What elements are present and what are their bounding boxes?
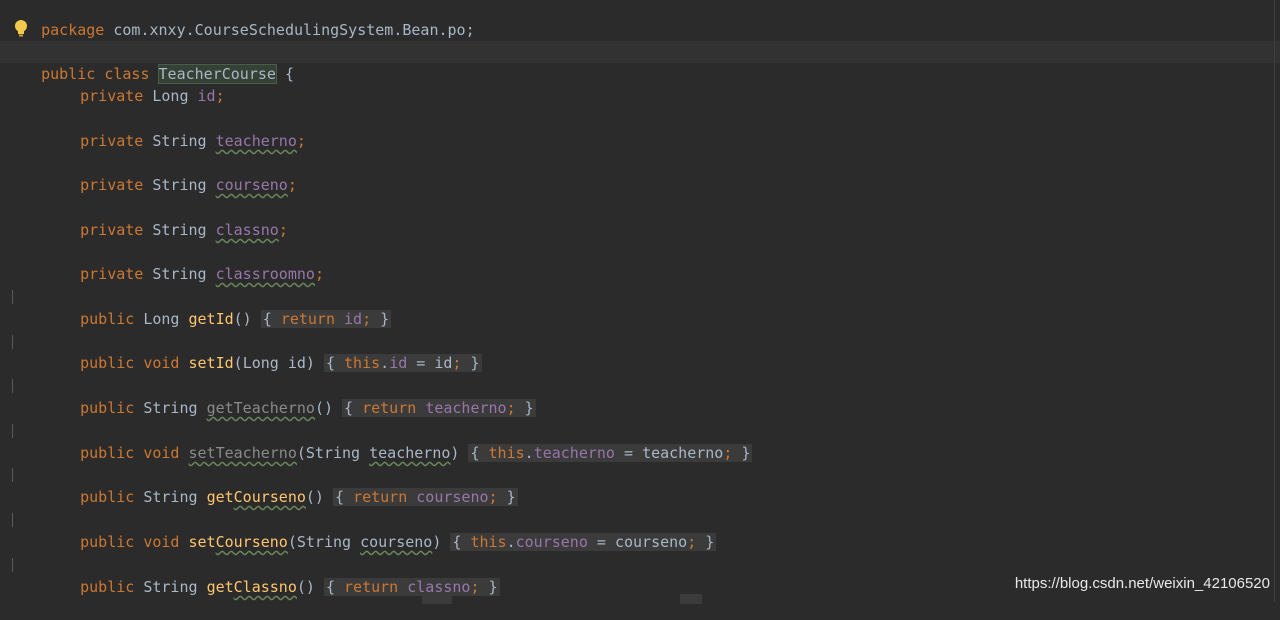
method-name: setTeacherno [188,444,297,462]
keyword: private [80,176,144,194]
type-name: String [296,533,352,551]
code-line-package[interactable]: package com.xnxy.CourseSchedulingSystem.… [5,0,474,39]
params: () [233,310,252,328]
type-name: String [152,221,207,239]
method-line-getTeacherno[interactable]: public String getTeacherno() { return te… [5,375,536,417]
keyword: public [80,578,135,596]
keyword: public [80,354,135,372]
keyword: public [80,533,135,551]
field-name: classroomno [215,265,315,283]
type-name: Long [152,87,189,105]
method-name: getClassno [206,578,297,596]
type-name: String [143,399,198,417]
code-editor[interactable]: package com.xnxy.CourseSchedulingSystem.… [0,0,1280,604]
keyword: void [143,354,180,372]
type-name: String [152,132,207,150]
field-line[interactable]: private String classno; [5,197,288,239]
folded-body-partial [422,594,452,604]
code-line-class[interactable]: public class TeacherCourse { [5,41,294,84]
field-name: id [197,87,216,105]
keyword: public [80,310,135,328]
keyword: void [143,444,180,462]
right-margin-guide [1274,0,1275,602]
method-name: setCourseno [188,533,288,551]
folded-body[interactable]: { return teacherno; } [342,399,536,417]
type-name: Long [143,310,180,328]
folded-body[interactable]: { return classno; } [323,578,500,596]
type-name: String [305,444,361,462]
keyword: void [143,533,180,551]
brace: { [275,65,294,83]
folded-body[interactable]: { this.teacherno = teacherno; } [468,444,753,462]
type-name: String [143,488,198,506]
type-name: String [152,176,207,194]
package-name: com.xnxy.CourseSchedulingSystem.Bean.po; [104,21,475,39]
type-name: String [152,265,207,283]
method-name: getId [188,310,234,328]
keyword: public [80,488,135,506]
method-line-getId[interactable]: public Long getId() { return id; } [5,286,392,328]
folded-body[interactable]: { return courseno; } [333,488,518,506]
keyword: public [80,399,135,417]
folded-body[interactable]: { this.id = id; } [323,354,482,372]
method-line-setCourseno[interactable]: public void setCourseno(String courseno)… [5,509,717,551]
field-name: classno [215,221,279,239]
field-line[interactable]: private Long id; [5,63,225,105]
method-line-setTeacherno[interactable]: public void setTeacherno(String teachern… [5,420,753,462]
lightbulb-icon[interactable] [14,19,28,37]
method-line-getCourseno[interactable]: public String getCourseno() { return cou… [5,464,518,506]
keyword: package [41,21,105,39]
keyword: private [80,265,144,283]
keyword: private [80,132,144,150]
type-name: String [143,578,198,596]
field-line[interactable]: private String courseno; [5,152,297,194]
method-name: getCourseno [206,488,306,506]
field-line[interactable]: private String classroomno; [5,241,324,283]
folded-body-partial [680,594,702,604]
param-name: teacherno [369,444,451,462]
method-line-getClassno[interactable]: public String getClassno() { return clas… [5,554,500,596]
field-name: courseno [215,176,288,194]
field-line[interactable]: private String teacherno; [5,108,306,150]
param-name: courseno [360,533,433,551]
keyword: private [80,87,144,105]
watermark: https://blog.csdn.net/weixin_42106520 [1014,575,1270,592]
field-name: teacherno [215,132,297,150]
method-name: setId [188,354,234,372]
folded-body[interactable]: { return id; } [260,310,392,328]
keyword: private [80,221,144,239]
param-name: id [287,354,306,372]
type-name: Long [242,354,279,372]
keyword: public [80,444,135,462]
method-line-setId[interactable]: public void setId(Long id) { this.id = i… [5,330,482,372]
folded-body[interactable]: { this.courseno = courseno; } [450,533,717,551]
method-name: getTeacherno [206,399,315,417]
